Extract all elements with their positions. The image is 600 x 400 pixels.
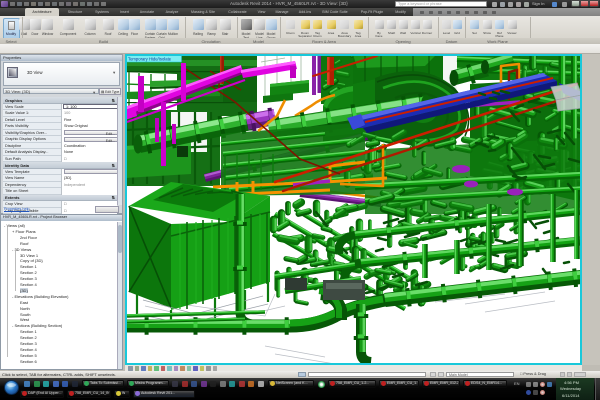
svg-text:Temporary Hide/Isolate: Temporary Hide/Isolate [128, 57, 172, 62]
